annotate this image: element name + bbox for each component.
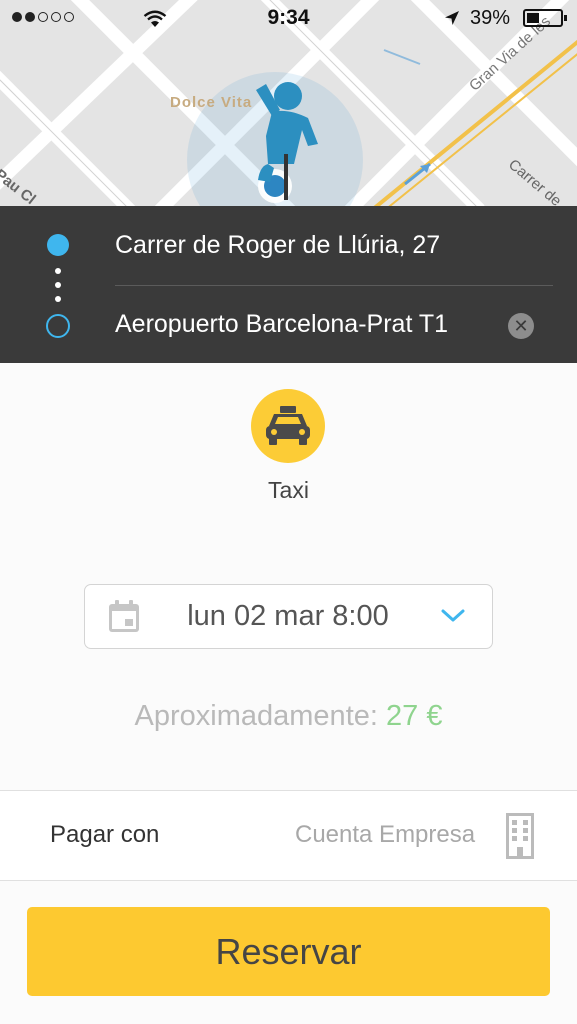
close-icon[interactable]: ✕	[508, 313, 534, 339]
payment-method-row[interactable]: Pagar con Cuenta Empresa	[0, 790, 577, 881]
estimate-price: 27 €	[386, 700, 443, 732]
destination-marker-icon	[46, 314, 70, 338]
payment-label: Pagar con	[50, 821, 160, 848]
divider	[115, 285, 553, 286]
battery-percent: 39%	[470, 7, 511, 29]
route-dot	[55, 268, 61, 274]
datetime-selector[interactable]: lun 02 mar 8:00	[84, 584, 493, 649]
reserve-button[interactable]: Reservar	[27, 907, 550, 996]
service-label: Taxi	[268, 477, 309, 503]
building-icon	[506, 813, 534, 859]
datetime-value: lun 02 mar 8:00	[187, 600, 389, 632]
map-label: Dolce Vita	[170, 94, 253, 111]
route-panel: Carrer de Roger de Llúria, 27 Aeropuerto…	[0, 206, 577, 363]
origin-address[interactable]: Carrer de Roger de Llúria, 27	[115, 231, 440, 260]
route-dot	[55, 296, 61, 302]
price-estimate: Aproximadamente: 27 €	[0, 700, 577, 733]
taxi-service-button[interactable]	[251, 389, 325, 463]
reserve-label: Reservar	[215, 931, 362, 972]
status-bar: 9:34 39%	[0, 0, 577, 36]
battery-level	[527, 13, 540, 23]
street-view-person-icon[interactable]	[244, 76, 328, 204]
payment-value: Cuenta Empresa	[295, 821, 476, 848]
chevron-down-icon[interactable]	[440, 605, 466, 625]
origin-marker-icon	[47, 234, 69, 256]
route-dot	[55, 282, 61, 288]
location-arrow-icon	[445, 11, 459, 25]
battery-icon	[523, 9, 567, 27]
taxi-icon	[266, 406, 310, 445]
destination-address[interactable]: Aeropuerto Barcelona-Prat T1	[115, 310, 448, 339]
estimate-label: Aproximadamente:	[134, 700, 378, 732]
